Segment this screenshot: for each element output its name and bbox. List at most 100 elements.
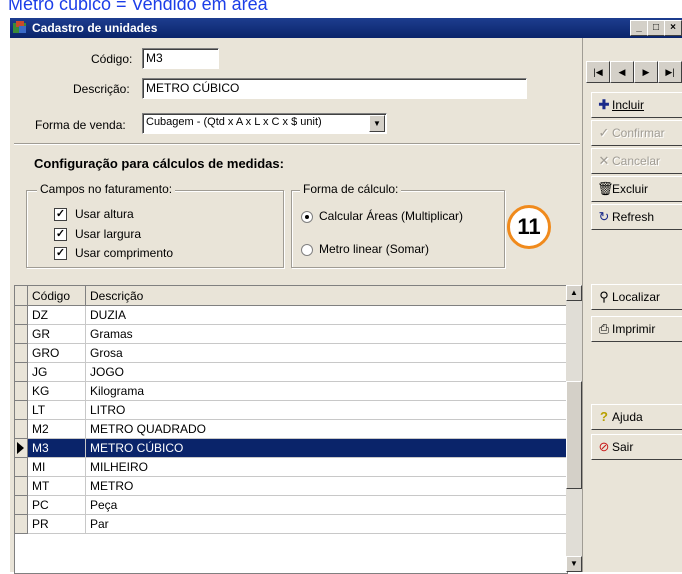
- cancelar-button[interactable]: ✕ Cancelar: [591, 148, 682, 174]
- forma-calculo-legend: Forma de cálculo:: [300, 182, 402, 196]
- cell-codigo[interactable]: M3: [27, 438, 86, 458]
- cell-codigo[interactable]: M2: [27, 419, 86, 439]
- previous-record-icon[interactable]: ◀: [610, 61, 634, 83]
- cell-codigo[interactable]: KG: [27, 381, 86, 401]
- check-icon: ✓: [598, 125, 610, 140]
- cell-codigo[interactable]: GRO: [27, 343, 86, 363]
- row-indicator[interactable]: [15, 324, 28, 344]
- cell-descricao[interactable]: Grosa: [85, 343, 567, 363]
- minimize-button[interactable]: _: [630, 20, 648, 36]
- table-row[interactable]: PC Peça: [15, 495, 567, 515]
- chevron-down-icon[interactable]: ▼: [369, 115, 385, 132]
- exit-icon: ⊘: [598, 439, 610, 454]
- row-indicator-header: [15, 286, 28, 306]
- table-row[interactable]: MT METRO: [15, 476, 567, 496]
- row-indicator[interactable]: [15, 343, 28, 363]
- row-indicator[interactable]: [15, 419, 28, 439]
- cell-codigo[interactable]: MI: [27, 457, 86, 477]
- descricao-label: Descrição:: [73, 82, 130, 96]
- usar-comprimento-checkbox[interactable]: ✓: [54, 247, 67, 260]
- maximize-button[interactable]: □: [647, 20, 665, 36]
- row-indicator[interactable]: [15, 476, 28, 496]
- ajuda-button[interactable]: ? Ajuda: [591, 404, 682, 430]
- units-grid[interactable]: Código Descrição DZ DUZIA GR Gramas GRO Grosa…: [14, 285, 568, 574]
- cell-descricao[interactable]: Kilograma: [85, 381, 567, 401]
- page-caption: Metro cúbico = Vendido em área: [8, 0, 268, 14]
- column-header-descricao[interactable]: Descrição: [85, 286, 567, 306]
- refresh-button[interactable]: ↻ Refresh: [591, 204, 682, 230]
- table-row[interactable]: DZ DUZIA: [15, 305, 567, 325]
- cell-codigo[interactable]: JG: [27, 362, 86, 382]
- cell-descricao[interactable]: MILHEIRO: [85, 457, 567, 477]
- table-row[interactable]: JG JOGO: [15, 362, 567, 382]
- usar-altura-checkbox[interactable]: ✓: [54, 208, 67, 221]
- calcular-areas-radio[interactable]: [301, 211, 313, 223]
- close-button[interactable]: ×: [664, 20, 682, 36]
- grid-vertical-scrollbar[interactable]: ▲ ▼: [566, 285, 582, 572]
- usar-altura-label: Usar altura: [75, 207, 134, 221]
- row-indicator[interactable]: [15, 457, 28, 477]
- window-title: Cadastro de unidades: [32, 21, 158, 35]
- scroll-down-icon[interactable]: ▼: [566, 556, 582, 572]
- forma-venda-select[interactable]: Cubagem - (Qtd x A x L x C x $ unit) ▼: [142, 113, 387, 134]
- grid-header-row: Código Descrição: [15, 286, 567, 306]
- sair-label: Sair: [612, 440, 634, 454]
- localizar-button[interactable]: ⚲ Localizar: [591, 284, 682, 310]
- descricao-input[interactable]: METRO CÚBICO: [142, 78, 527, 99]
- sair-button[interactable]: ⊘ Sair: [591, 434, 682, 460]
- table-row[interactable]: PR Par: [15, 514, 567, 534]
- last-record-icon[interactable]: ▶|: [658, 61, 682, 83]
- table-row[interactable]: GRO Grosa: [15, 343, 567, 363]
- printer-icon: ⎙: [598, 321, 610, 336]
- table-row[interactable]: M3 METRO CÚBICO: [15, 438, 567, 458]
- cell-descricao[interactable]: Par: [85, 514, 567, 534]
- incluir-button[interactable]: ✚ Incluir: [591, 92, 682, 118]
- table-row[interactable]: MI MILHEIRO: [15, 457, 567, 477]
- confirmar-button[interactable]: ✓ Confirmar: [591, 120, 682, 146]
- cell-descricao[interactable]: METRO CÚBICO: [85, 438, 567, 458]
- forma-venda-label: Forma de venda:: [35, 118, 126, 132]
- column-header-codigo[interactable]: Código: [27, 286, 86, 306]
- cell-codigo[interactable]: PC: [27, 495, 86, 515]
- next-record-icon[interactable]: ▶: [634, 61, 658, 83]
- row-indicator[interactable]: [15, 305, 28, 325]
- ajuda-label: Ajuda: [612, 410, 643, 424]
- table-row[interactable]: KG Kilograma: [15, 381, 567, 401]
- row-indicator[interactable]: [15, 362, 28, 382]
- cell-descricao[interactable]: Gramas: [85, 324, 567, 344]
- row-indicator[interactable]: [15, 381, 28, 401]
- cancel-icon: ✕: [598, 153, 610, 168]
- codigo-input[interactable]: M3: [142, 48, 219, 69]
- metro-linear-radio[interactable]: [301, 244, 313, 256]
- scroll-up-icon[interactable]: ▲: [566, 285, 582, 301]
- excluir-button[interactable]: 🗑 Excluir: [591, 176, 682, 202]
- first-record-icon[interactable]: |◀: [586, 61, 610, 83]
- row-indicator[interactable]: [15, 400, 28, 420]
- table-row[interactable]: GR Gramas: [15, 324, 567, 344]
- codigo-label: Código:: [91, 52, 133, 66]
- cell-descricao[interactable]: LITRO: [85, 400, 567, 420]
- cell-descricao[interactable]: JOGO: [85, 362, 567, 382]
- cell-codigo[interactable]: GR: [27, 324, 86, 344]
- usar-largura-checkbox[interactable]: ✓: [54, 228, 67, 241]
- app-icon: [13, 21, 27, 34]
- cell-codigo[interactable]: PR: [27, 514, 86, 534]
- row-indicator[interactable]: [15, 495, 28, 515]
- cell-descricao[interactable]: Peça: [85, 495, 567, 515]
- cell-descricao[interactable]: METRO: [85, 476, 567, 496]
- cell-descricao[interactable]: DUZIA: [85, 305, 567, 325]
- cell-codigo[interactable]: DZ: [27, 305, 86, 325]
- cell-codigo[interactable]: LT: [27, 400, 86, 420]
- row-indicator[interactable]: [15, 438, 28, 458]
- table-row[interactable]: M2 METRO QUADRADO: [15, 419, 567, 439]
- table-row[interactable]: LT LITRO: [15, 400, 567, 420]
- cell-descricao[interactable]: METRO QUADRADO: [85, 419, 567, 439]
- scroll-thumb[interactable]: [566, 381, 582, 489]
- refresh-label: Refresh: [612, 210, 655, 224]
- cancelar-label: Cancelar: [612, 154, 661, 168]
- forma-venda-value: Cubagem - (Qtd x A x L x C x $ unit): [146, 116, 322, 128]
- row-indicator[interactable]: [15, 514, 28, 534]
- imprimir-button[interactable]: ⎙ Imprimir: [591, 316, 682, 342]
- cell-codigo[interactable]: MT: [27, 476, 86, 496]
- forma-calculo-group: [291, 190, 505, 268]
